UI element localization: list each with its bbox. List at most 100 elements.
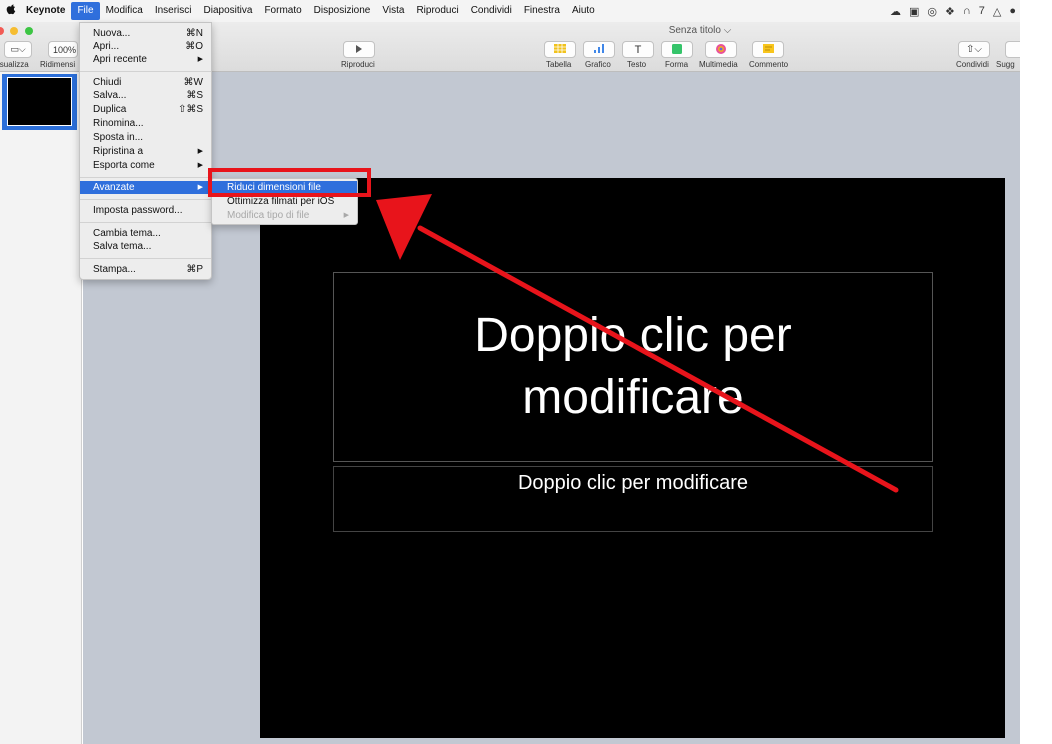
menu-item-label: Riduci dimensioni file (227, 182, 321, 193)
table-icon (554, 44, 566, 55)
text-label: Testo (627, 60, 647, 69)
menu-item-salva[interactable]: Salva... ⌘S (80, 89, 211, 102)
chart-icon (593, 44, 605, 55)
menu-shortcut: ⇧⌘S (177, 104, 203, 115)
zoom-window-button[interactable] (25, 27, 33, 35)
menu-item-stampa[interactable]: Stampa... ⌘P (80, 263, 211, 276)
menu-item-label: Apri recente (93, 54, 147, 65)
menu-item-apri[interactable]: Apri... ⌘O (80, 40, 211, 53)
comment-icon (762, 44, 774, 55)
minimize-window-button[interactable] (10, 27, 18, 35)
menu-item-label: Salva... (93, 90, 127, 101)
play-button[interactable] (343, 41, 375, 58)
play-icon (355, 44, 363, 55)
close-window-button[interactable] (0, 27, 4, 35)
photos-icon (716, 43, 726, 56)
menu-item-label: Imposta password... (93, 205, 183, 216)
menu-item-duplica[interactable]: Duplica ⇧⌘S (80, 103, 211, 116)
menu-inserisci[interactable]: Inserisci (149, 2, 198, 20)
globe-icon[interactable]: ◎ (927, 5, 937, 18)
chart-label: Grafico (585, 60, 611, 69)
dropbox-icon[interactable]: ❖ (945, 5, 955, 18)
submenu-arrow-icon: ▶ (197, 148, 203, 155)
menu-separator (80, 177, 211, 178)
slide-title-text: Doppio clic per modificare (474, 308, 792, 424)
slide-subtitle-placeholder[interactable]: Doppio clic per modificare (333, 466, 933, 532)
menu-shortcut: ⌘S (186, 90, 203, 101)
view-label: isualizza (0, 60, 29, 69)
text-icon: T (634, 43, 642, 56)
menu-file[interactable]: File (71, 2, 100, 20)
menu-item-rinomina[interactable]: Rinomina... (80, 117, 211, 130)
menu-modifica[interactable]: Modifica (100, 2, 149, 20)
share-button[interactable]: ⇧⌵ (958, 41, 990, 58)
share-label: Condividi (956, 60, 989, 69)
menu-item-ripristina[interactable]: Ripristina a ▶ (80, 145, 211, 158)
chart-button[interactable] (583, 41, 615, 58)
headphones-icon[interactable]: ∩ (963, 5, 971, 17)
menu-condividi[interactable]: Condividi (465, 2, 518, 20)
menu-item-label: Stampa... (93, 264, 136, 275)
menu-formato[interactable]: Formato (258, 2, 307, 20)
menu-item-apri-recente[interactable]: Apri recente ▶ (80, 53, 211, 66)
menu-item-modifica-tipo: Modifica tipo di file ▶ (212, 209, 357, 222)
menu-separator (80, 71, 211, 72)
menu-shortcut: ⌘P (186, 264, 203, 275)
shape-button[interactable] (661, 41, 693, 58)
menu-item-sposta[interactable]: Sposta in... (80, 131, 211, 144)
apple-icon[interactable] (2, 4, 20, 18)
menu-diapositiva[interactable]: Diapositiva (198, 2, 259, 20)
menu-item-imposta-password[interactable]: Imposta password... (80, 204, 211, 217)
menu-finestra[interactable]: Finestra (518, 2, 566, 20)
view-button[interactable]: ▭⌵ (4, 41, 32, 58)
adobe-icon[interactable]: 7 (979, 5, 985, 17)
status-icons: ☁ ▣ ◎ ❖ ∩ 7 △ ● (890, 0, 1016, 22)
shape-label: Forma (665, 60, 689, 69)
app-status-icon[interactable]: ● (1009, 5, 1016, 17)
menu-item-label: Sposta in... (93, 132, 144, 143)
comment-button[interactable] (752, 41, 784, 58)
menu-riproduci[interactable]: Riproduci (410, 2, 464, 20)
media-label: Multimedia (699, 60, 738, 69)
menu-separator (80, 258, 211, 259)
menu-vista[interactable]: Vista (376, 2, 410, 20)
media-button[interactable] (705, 41, 737, 58)
menu-item-label: Rinomina... (93, 118, 144, 129)
menu-item-riduci-dimensioni[interactable]: Riduci dimensioni file (212, 181, 357, 194)
menu-aiuto[interactable]: Aiuto (566, 2, 601, 20)
submenu-arrow-icon: ▶ (197, 184, 203, 191)
shape-icon (672, 43, 682, 56)
menu-item-label: Ottimizza filmati per iOS (227, 196, 335, 207)
window-title[interactable]: Senza titolo ⌵ (640, 25, 760, 36)
slide-thumbnail-1[interactable] (7, 77, 72, 126)
menu-item-label: Salva tema... (93, 241, 152, 252)
menu-item-salva-tema[interactable]: Salva tema... (80, 240, 211, 253)
menu-item-label: Chiudi (93, 77, 122, 88)
zoom-value: 100% (53, 44, 77, 55)
cloud-icon[interactable]: ☁ (890, 5, 901, 18)
menu-separator (80, 199, 211, 200)
menu-shortcut: ⌘W (183, 77, 203, 88)
drive-icon[interactable]: △ (993, 5, 1001, 18)
file-menu-dropdown: Nuova... ⌘N Apri... ⌘O Apri recente ▶ Ch… (79, 22, 212, 280)
menu-item-label: Avanzate (93, 182, 135, 193)
table-button[interactable] (544, 41, 576, 58)
menu-item-ottimizza-filmati[interactable]: Ottimizza filmati per iOS (212, 195, 357, 208)
menu-item-cambia-tema[interactable]: Cambia tema... (80, 227, 211, 240)
menu-item-label: Modifica tipo di file (227, 210, 310, 221)
menu-disposizione[interactable]: Disposizione (308, 2, 377, 20)
menu-item-label: Esporta come (93, 160, 155, 171)
menu-item-label: Apri... (93, 41, 120, 52)
menu-item-chiudi[interactable]: Chiudi ⌘W (80, 76, 211, 89)
menu-item-avanzate[interactable]: Avanzate ▶ (80, 181, 211, 194)
zoom-dropdown[interactable]: 100% (48, 41, 78, 58)
text-button[interactable]: T (622, 41, 654, 58)
menu-item-esporta[interactable]: Esporta come ▶ (80, 159, 211, 172)
extension-icon[interactable]: ▣ (909, 5, 919, 18)
menu-item-nuova[interactable]: Nuova... ⌘N (80, 27, 211, 40)
menu-keynote[interactable]: Keynote (20, 2, 71, 20)
slide-subtitle-text: Doppio clic per modificare (517, 472, 749, 494)
submenu-arrow-icon: ▶ (197, 162, 203, 169)
desktop-background (1020, 0, 1052, 744)
slide-title-placeholder[interactable]: Doppio clic per modificare (333, 272, 933, 462)
